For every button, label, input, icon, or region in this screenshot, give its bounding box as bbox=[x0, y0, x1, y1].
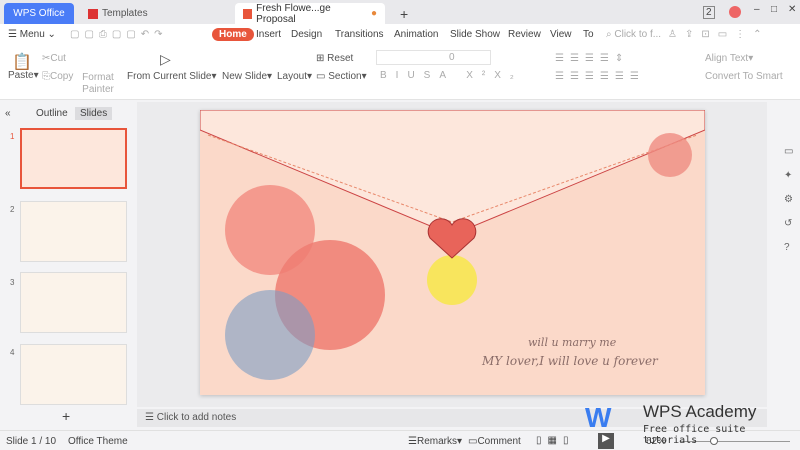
theme-name: Office Theme bbox=[68, 436, 128, 447]
play-icon: ▷ bbox=[160, 51, 171, 67]
convert-smart-button[interactable]: Convert To Smart bbox=[705, 71, 783, 82]
menu-tools[interactable]: To bbox=[583, 29, 597, 40]
slide-number: 1 bbox=[10, 132, 15, 141]
slide-counter: Slide 1 / 10 bbox=[6, 436, 57, 447]
search-box[interactable]: ⌕ Click to f... bbox=[606, 29, 661, 40]
menu-label: Menu bbox=[19, 29, 45, 40]
presentation-icon bbox=[243, 8, 253, 19]
close-icon[interactable]: ✕ bbox=[788, 4, 796, 15]
alignment-buttons[interactable]: ☰☰☰☰☰☰ bbox=[555, 71, 645, 82]
quick-access-icons[interactable]: ▢▢⎙▢▢↶↷ bbox=[70, 29, 168, 40]
view-buttons[interactable]: ▯▦▯ bbox=[536, 435, 574, 446]
slide-artwork bbox=[200, 110, 705, 380]
cursor-highlight bbox=[427, 255, 477, 305]
collapse-panel-icon[interactable]: « bbox=[5, 108, 11, 119]
comment-button[interactable]: ▭Comment bbox=[468, 436, 521, 447]
tab-label: Fresh Flowe...ge Proposal bbox=[256, 2, 331, 25]
paste-icon: 📋 bbox=[12, 54, 32, 71]
maximize-icon[interactable]: □ bbox=[771, 4, 777, 15]
menu-home[interactable]: Home bbox=[212, 28, 254, 41]
paragraph-buttons[interactable]: ☰☰☰☰⇕ bbox=[555, 53, 629, 64]
add-slide-button[interactable]: + bbox=[62, 408, 70, 424]
tab-slides[interactable]: Slides bbox=[75, 107, 113, 120]
menu-design[interactable]: Design bbox=[291, 29, 322, 40]
menu-button[interactable]: ☰ Menu ⌄ bbox=[8, 29, 56, 40]
slide[interactable]: will u marry me MY lover,I will love u f… bbox=[200, 110, 705, 395]
format-painter-button[interactable]: Format Painter bbox=[80, 72, 116, 96]
search-placeholder: Click to f... bbox=[614, 29, 662, 40]
tab-outline[interactable]: Outline bbox=[36, 108, 68, 119]
remarks-button[interactable]: ☰Remarks▾ bbox=[408, 436, 462, 447]
minimize-icon[interactable]: – bbox=[754, 4, 760, 15]
window-count-icon[interactable]: 2 bbox=[703, 6, 715, 19]
watermark-subtitle: Free office suite tutorials bbox=[643, 424, 746, 446]
right-sidebar: ▭ ✦ ⚙ ↺ ? bbox=[778, 102, 800, 430]
templates-icon bbox=[88, 8, 98, 19]
tab-templates[interactable]: Templates bbox=[80, 3, 230, 24]
menu-insert[interactable]: Insert bbox=[256, 29, 281, 40]
paste-button[interactable]: Paste▾ bbox=[8, 70, 39, 81]
reset-button[interactable]: ⊞ Reset bbox=[316, 53, 353, 64]
align-text-button[interactable]: Align Text▾ bbox=[705, 53, 753, 64]
wps-academy-watermark: W WPS Academy Free office suite tutorial… bbox=[585, 400, 795, 446]
copy-button[interactable]: ⎘Copy bbox=[42, 71, 73, 82]
new-slide-button[interactable]: New Slide▾ bbox=[222, 71, 272, 82]
slide-thumbnail[interactable] bbox=[20, 272, 127, 333]
notes-placeholder: ☰ Click to add notes bbox=[145, 412, 237, 423]
menu-view[interactable]: View bbox=[550, 29, 572, 40]
unsaved-dot-icon: ● bbox=[370, 8, 377, 19]
slide-thumbnail[interactable] bbox=[20, 344, 127, 405]
slide-number: 2 bbox=[10, 205, 15, 214]
font-size-field[interactable]: 0 bbox=[376, 50, 491, 65]
watermark-title: WPS Academy bbox=[643, 402, 757, 421]
slide-number: 3 bbox=[10, 278, 15, 287]
slide-number: 4 bbox=[10, 348, 15, 357]
tab-label: WPS Office bbox=[13, 8, 65, 19]
from-current-slide-button[interactable]: From Current Slide▾ bbox=[127, 71, 217, 82]
menu-review[interactable]: Review bbox=[508, 29, 541, 40]
new-tab-button[interactable]: + bbox=[392, 3, 416, 24]
slide-line-2[interactable]: MY lover,I will love u forever bbox=[482, 354, 658, 368]
share-tools-icons[interactable]: ♙⇪⊡▭⋮⌃ bbox=[668, 29, 770, 40]
slides-panel: « Outline Slides 1 2 3 4 + bbox=[0, 102, 135, 430]
font-size-value: 0 bbox=[449, 52, 455, 63]
avatar[interactable] bbox=[729, 6, 741, 18]
menu-animation[interactable]: Animation bbox=[394, 29, 438, 40]
cut-button[interactable]: ✂Cut bbox=[42, 53, 66, 64]
tab-wps-office[interactable]: WPS Office bbox=[4, 3, 74, 24]
slide-thumbnail[interactable] bbox=[20, 201, 127, 262]
slide-line-1[interactable]: will u marry me bbox=[528, 336, 616, 349]
sidebar-tool-icons[interactable]: ▭ ✦ ⚙ ↺ ? bbox=[784, 140, 796, 260]
font-format-buttons[interactable]: BIUSA X²X₂ bbox=[380, 70, 523, 81]
slide-thumbnail[interactable] bbox=[20, 128, 127, 189]
wps-logo-icon: W bbox=[585, 402, 612, 433]
tab-presentation[interactable]: Fresh Flowe...ge Proposal ● bbox=[235, 2, 385, 25]
tab-bar: WPS Office Templates Fresh Flowe...ge Pr… bbox=[0, 0, 800, 25]
tab-label: Templates bbox=[102, 8, 148, 19]
section-button[interactable]: ▭ Section▾ bbox=[316, 71, 367, 82]
layout-button[interactable]: Layout▾ bbox=[277, 71, 312, 82]
menu-slide-show[interactable]: Slide Show bbox=[450, 29, 500, 40]
menu-transitions[interactable]: Transitions bbox=[335, 29, 384, 40]
